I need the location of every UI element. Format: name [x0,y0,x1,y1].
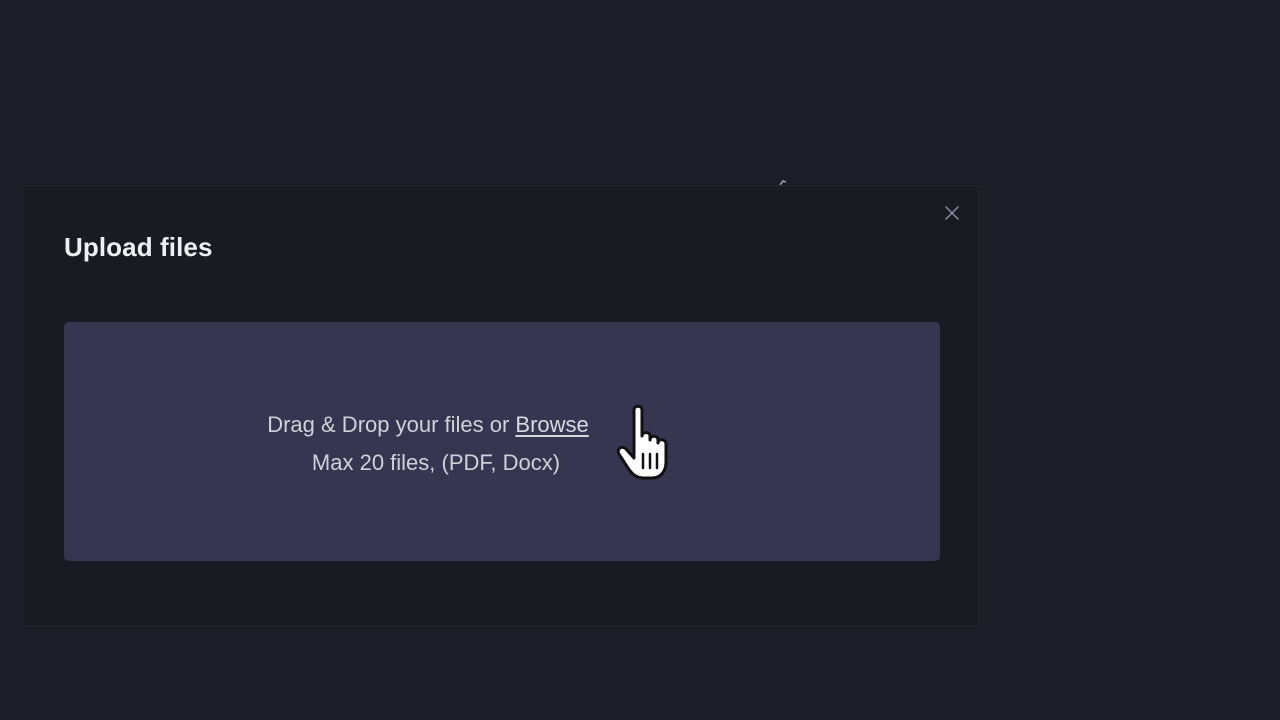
close-button[interactable] [941,202,963,224]
modal-title: Upload files [64,232,213,262]
dropzone-text: Drag & Drop your files or Browse Max 20 … [0,406,940,482]
file-dropzone[interactable]: Drag & Drop your files or Browse Max 20 … [64,322,940,561]
close-icon [945,206,959,220]
upload-files-modal: Upload files Drag & Drop your files or B… [22,185,980,627]
browse-link[interactable]: Browse [515,412,588,437]
dropzone-instruction: Drag & Drop your files or Browse [0,406,940,444]
dropzone-hint: Max 20 files, (PDF, Docx) [311,450,561,475]
dropzone-prefix: Drag & Drop your files or [267,412,516,437]
app-backdrop: Upload files Drag & Drop your files or B… [0,0,1280,720]
